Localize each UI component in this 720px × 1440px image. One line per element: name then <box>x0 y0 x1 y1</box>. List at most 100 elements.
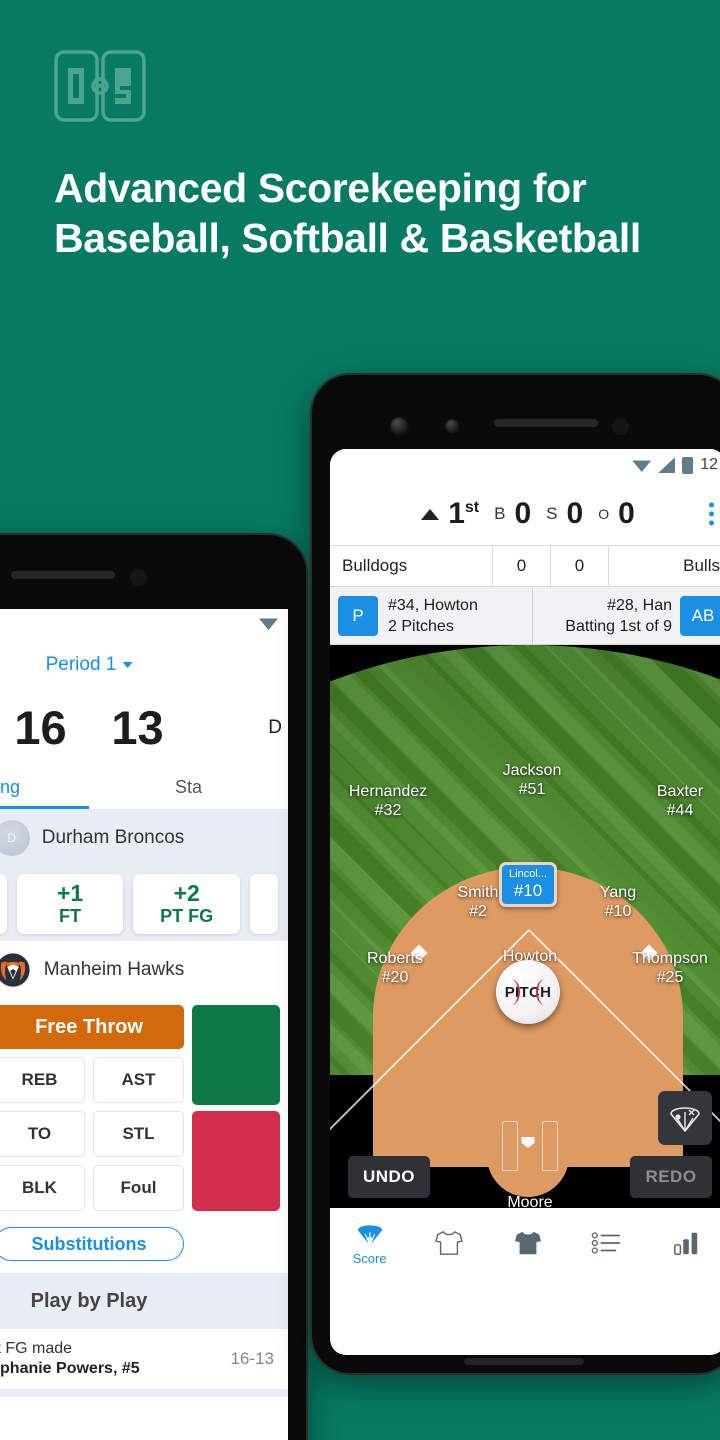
hawk-logo-icon <box>0 951 31 989</box>
secondary-camera-icon <box>445 419 460 434</box>
play-by-play-title: Play by Play <box>0 1273 288 1329</box>
player-label-leftfield[interactable]: Hernandez #32 <box>349 782 427 820</box>
baseball-scoreboard-row[interactable]: Bulldogs 0 0 Bulls <box>330 545 720 587</box>
right-batters-box <box>542 1121 558 1171</box>
pitcher-text: #34, Howton 2 Pitches <box>388 595 478 637</box>
pitch-button[interactable]: PITCH <box>496 960 560 1024</box>
player-name: Thompson <box>632 950 708 967</box>
basketball-top-bar: Exit Period 1 <box>0 641 288 689</box>
redo-button[interactable]: REDO <box>630 1156 712 1198</box>
player-number: #32 <box>374 802 402 819</box>
player-label-secondbase[interactable]: Yang #10 <box>600 883 636 921</box>
player-number: #51 <box>518 781 546 798</box>
pitcher-batter-row: P #34, Howton 2 Pitches #28, Han Batting… <box>330 587 720 645</box>
undo-button[interactable]: UNDO <box>348 1156 430 1198</box>
tab-scoring[interactable]: Scoring <box>0 765 89 809</box>
baseball-bottom-nav: Score <box>330 1208 720 1278</box>
tab-stats[interactable]: Sta <box>89 765 288 809</box>
wifi-icon <box>259 618 278 630</box>
block-button[interactable]: BLK <box>0 1165 85 1211</box>
stat-row: TO STL <box>0 1111 184 1157</box>
away-ft-value: +1 <box>56 880 84 906</box>
stat-row: REB AST <box>0 1057 184 1103</box>
battery-icon <box>682 456 694 474</box>
away-score[interactable]: 16 <box>0 700 89 755</box>
player-number: #44 <box>666 802 694 819</box>
list-icon <box>591 1232 621 1254</box>
balls-count: 0 <box>514 497 532 530</box>
pitcher-card-name: Lincol... <box>509 868 547 880</box>
play-player: by Stephanie Powers, #5 <box>0 1360 140 1377</box>
play-description: 2-point FG made <box>0 1340 73 1357</box>
pitcher-name: #34, Howton <box>388 596 478 614</box>
stat-button-grid: REB AST TO STL BLK Foul <box>0 1057 184 1211</box>
stat-row: BLK Foul <box>0 1165 184 1211</box>
nav-away-roster[interactable] <box>409 1229 488 1257</box>
turnover-button[interactable]: TO <box>0 1111 85 1157</box>
earpiece-speaker <box>11 571 115 579</box>
strikes-count: 0 <box>566 497 584 530</box>
away-foul-button[interactable]: Foul <box>0 874 7 934</box>
player-name: Smith <box>457 884 499 901</box>
assist-button[interactable]: AST <box>93 1057 184 1103</box>
period-label: Period 1 <box>45 654 117 675</box>
inning-indicator[interactable]: 1st <box>448 497 479 531</box>
away-fg-value: +2 <box>173 880 200 906</box>
nav-home-roster[interactable] <box>488 1229 567 1257</box>
home-foul-button[interactable]: Foul <box>93 1165 184 1211</box>
player-label-firstbase[interactable]: Thompson #25 <box>632 949 708 987</box>
basketball-status-bar <box>0 609 288 641</box>
batter-info[interactable]: #28, Han Batting 1st of 9 AB <box>533 587 720 644</box>
home-score[interactable]: 13 <box>89 700 186 755</box>
baseball-field[interactable]: Jackson #51 Hernandez #32 Baxter #44 Smi… <box>330 645 720 1278</box>
home-three-point-made-button[interactable] <box>192 1005 280 1105</box>
front-camera-icon <box>390 417 409 436</box>
steal-button[interactable]: STL <box>93 1111 184 1157</box>
batter-badge: AB <box>680 595 720 636</box>
batter-name: #28, Han <box>607 596 672 614</box>
away-team-strip: D Durham Broncos <box>0 809 288 867</box>
pitcher-card[interactable]: Lincol... #10 <box>499 862 557 907</box>
away-extra-button[interactable] <box>250 874 279 934</box>
list-item[interactable]: 2-point FG made by Stephanie Powers, #5 … <box>0 1329 288 1389</box>
player-label-rightfield[interactable]: Baxter #44 <box>657 782 703 820</box>
rebound-button[interactable]: REB <box>0 1057 85 1103</box>
away-hits: 0 <box>550 546 608 586</box>
baseball-app-screen: 12 1st B 0 S 0 O 0 Bulldogs 0 0 Bulls P … <box>330 449 720 1355</box>
nav-score[interactable]: Score <box>330 1221 409 1266</box>
player-label-shortstop[interactable]: Smith #2 <box>458 883 499 921</box>
batter-order: Batting 1st of 9 <box>565 617 672 635</box>
home-team-name: Bulls <box>608 546 720 586</box>
bottom-speaker <box>464 1358 584 1365</box>
player-name: Hernandez <box>348 783 428 800</box>
away-plus-two-fg-button[interactable]: +2 PT FG <box>133 874 241 934</box>
away-team-label: Durham Broncos <box>41 827 185 848</box>
earpiece-speaker <box>494 419 598 427</box>
home-team-label: Manheim Hawks <box>43 959 185 980</box>
player-label-thirdbase[interactable]: Roberts #20 <box>367 949 423 987</box>
player-number: #10 <box>604 903 632 920</box>
player-name: Baxter <box>656 783 704 800</box>
player-label-centerfield[interactable]: Jackson #51 <box>503 761 562 799</box>
nav-lineup-list[interactable] <box>568 1231 647 1255</box>
balls-label: B <box>494 504 506 523</box>
away-ft-label: FT <box>59 906 81 926</box>
away-quick-actions: Foul +1 FT +2 PT FG <box>0 867 288 941</box>
wifi-icon <box>632 460 652 472</box>
period-selector[interactable]: Period 1 <box>46 654 133 676</box>
nav-stats[interactable] <box>647 1230 720 1256</box>
basketball-phone-mockup: Exit Period 1 Manheim Hawks 16 13 D Scor… <box>0 535 306 1440</box>
overflow-menu-icon[interactable] <box>709 502 714 526</box>
pitcher-info[interactable]: P #34, Howton 2 Pitches <box>330 587 532 644</box>
substitutions-button[interactable]: Substitutions <box>0 1227 184 1261</box>
hero-logo <box>54 50 146 122</box>
player-name: Jackson <box>502 762 562 779</box>
top-of-inning-icon <box>421 508 440 520</box>
field-view-toggle-button[interactable] <box>658 1091 712 1145</box>
away-plus-one-ft-button[interactable]: +1 FT <box>16 874 124 934</box>
free-throw-button[interactable]: Free Throw <box>0 1005 184 1049</box>
home-three-point-miss-button[interactable] <box>192 1111 280 1211</box>
baseball-phone-mockup: 12 1st B 0 S 0 O 0 Bulldogs 0 0 Bulls P … <box>312 375 720 1373</box>
bar-chart-icon <box>674 1232 698 1255</box>
home-action-panel: +2 PT FG 2PT Miss Free Throw REB AST TO <box>0 999 288 1273</box>
